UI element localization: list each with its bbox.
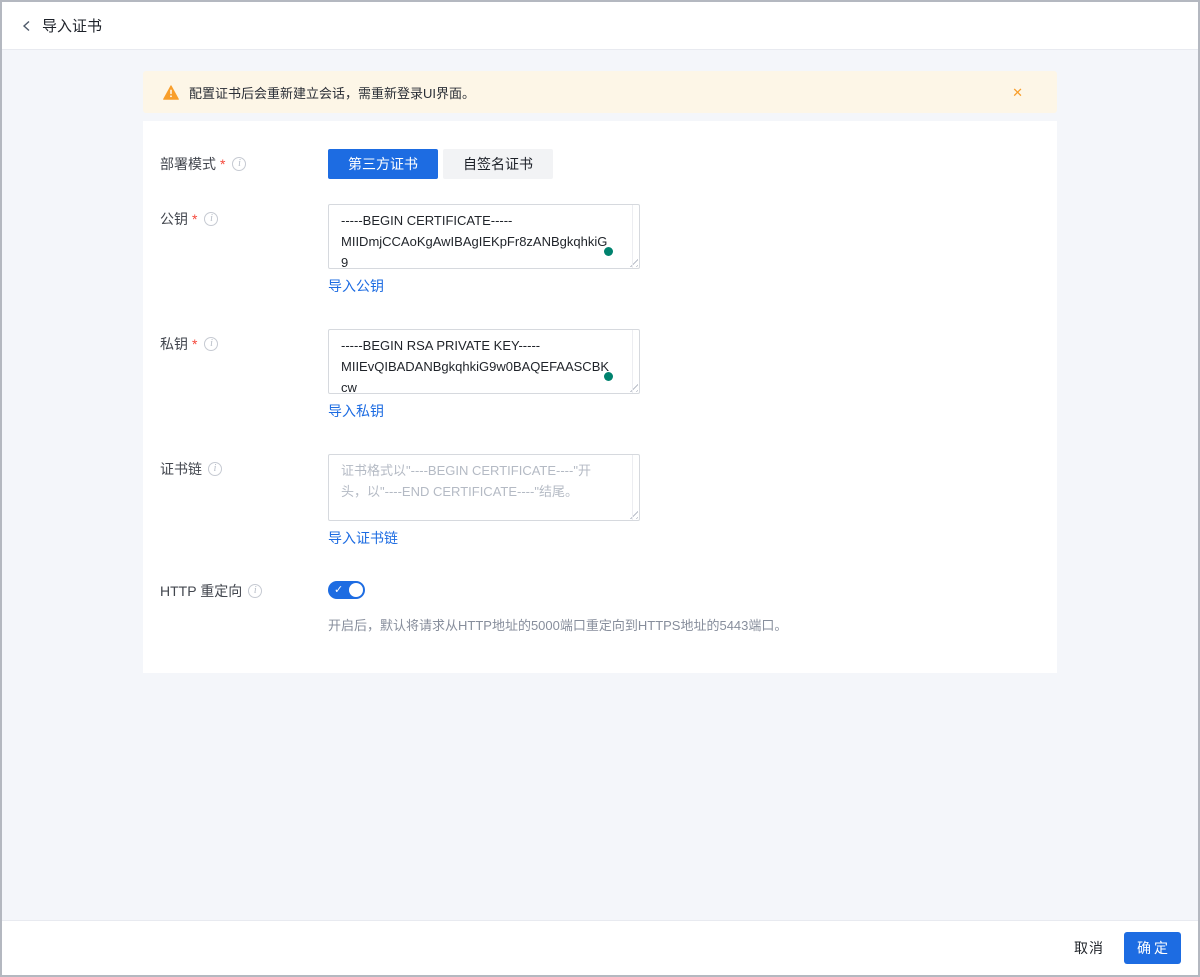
http-redirect-helper: 开启后，默认将请求从HTTP地址的5000端口重定向到HTTPS地址的5443端… [328,615,787,634]
close-icon[interactable]: ✕ [1012,86,1023,99]
cert-chain-textarea[interactable] [328,454,640,521]
info-icon[interactable]: i [248,584,262,598]
valid-status-dot [604,372,613,381]
public-key-label: 公钥*i [160,204,328,296]
import-public-key-link[interactable]: 导入公钥 [328,276,384,296]
cert-chain-field-wrap [328,454,640,521]
chevron-left-icon [20,19,34,33]
public-key-textarea[interactable]: -----BEGIN CERTIFICATE----- MIIDmjCCAoKg… [328,204,640,269]
confirm-button[interactable]: 确定 [1124,932,1181,964]
page-body: 配置证书后会重新建立会话，需重新登录UI界面。 ✕ 部署模式*i 第三方证书 自… [2,50,1198,920]
http-redirect-toggle[interactable]: ✓ [328,581,365,599]
page-title: 导入证书 [42,15,102,36]
deploy-mode-tabs: 第三方证书 自签名证书 [328,149,553,179]
info-icon[interactable]: i [232,157,246,171]
tab-self-signed-cert[interactable]: 自签名证书 [443,149,553,179]
footer-bar: 取消 确定 [2,920,1198,975]
back-button[interactable]: 导入证书 [20,15,102,36]
deploy-mode-row: 部署模式*i 第三方证书 自签名证书 [160,149,1057,179]
import-cert-chain-link[interactable]: 导入证书链 [328,528,398,548]
warning-icon [163,85,179,100]
http-redirect-label: HTTP 重定向i [160,581,328,634]
warning-banner: 配置证书后会重新建立会话，需重新登录UI界面。 ✕ [143,71,1057,113]
public-key-row: 公钥*i -----BEGIN CERTIFICATE----- MIIDmjC… [160,204,1057,296]
private-key-row: 私钥*i -----BEGIN RSA PRIVATE KEY----- MII… [160,329,1057,421]
private-key-label: 私钥*i [160,329,328,421]
warning-text: 配置证书后会重新建立会话，需重新登录UI界面。 [189,83,1012,102]
deploy-mode-label: 部署模式*i [160,149,328,179]
cert-chain-label: 证书链i [160,454,328,548]
required-mark: * [220,155,225,173]
check-icon: ✓ [334,582,343,598]
public-key-field-wrap: -----BEGIN CERTIFICATE----- MIIDmjCCAoKg… [328,204,640,269]
required-mark: * [192,335,197,353]
info-icon[interactable]: i [204,212,218,226]
page-header: 导入证书 [2,2,1198,50]
tab-third-party-cert[interactable]: 第三方证书 [328,149,438,179]
private-key-textarea[interactable]: -----BEGIN RSA PRIVATE KEY----- MIIEvQIB… [328,329,640,394]
http-redirect-row: HTTP 重定向i ✓ 开启后，默认将请求从HTTP地址的5000端口重定向到H… [160,581,1057,634]
required-mark: * [192,210,197,228]
info-icon[interactable]: i [204,337,218,351]
cert-chain-row: 证书链i 导入证书链 [160,454,1057,548]
private-key-field-wrap: -----BEGIN RSA PRIVATE KEY----- MIIEvQIB… [328,329,640,394]
info-icon[interactable]: i [208,462,222,476]
toggle-knob [349,583,363,597]
cancel-button[interactable]: 取消 [1074,938,1104,958]
form-card: 部署模式*i 第三方证书 自签名证书 公钥*i -----BEGIN CERTI… [143,121,1057,673]
valid-status-dot [604,247,613,256]
import-certificate-page: 导入证书 配置证书后会重新建立会话，需重新登录UI界面。 ✕ 部署模 [0,0,1200,977]
import-private-key-link[interactable]: 导入私钥 [328,401,384,421]
